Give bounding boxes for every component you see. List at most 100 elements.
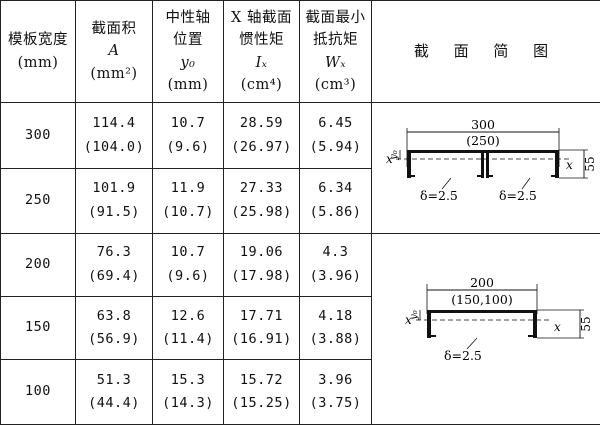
cell-area: 51.3(44.4) bbox=[76, 360, 153, 425]
y0-alt-value: (11.4) bbox=[153, 328, 223, 352]
header-modulus: 截面最小 抵抗矩 Wₓ (cm³) bbox=[300, 1, 372, 103]
header-modulus-symbol: Wₓ bbox=[300, 52, 371, 74]
header-neutral-axis: 中性轴 位置 y₀ (mm) bbox=[153, 1, 224, 103]
ix-value: 17.71 bbox=[224, 305, 299, 329]
header-modulus-label2: 抵抗矩 bbox=[300, 29, 371, 51]
cell-width: 100 bbox=[1, 360, 76, 425]
header-width-label: 模板宽度 bbox=[1, 29, 75, 51]
header-modulus-unit: (cm³) bbox=[300, 74, 371, 96]
section-diagram-cell-bottom: 200 (150,100) x x y₀ 55 δ=2.5 bbox=[372, 233, 600, 425]
wx-value: 6.34 bbox=[300, 177, 371, 201]
header-inertia-symbol: Iₓ bbox=[224, 52, 299, 74]
rib-right bbox=[555, 150, 559, 178]
area-alt-value: (69.4) bbox=[76, 265, 152, 289]
header-inertia-label2: 惯性矩 bbox=[224, 29, 299, 51]
cell-area: 63.8(56.9) bbox=[76, 296, 153, 359]
area-alt-value: (56.9) bbox=[76, 328, 152, 352]
width-value: 200 bbox=[1, 253, 75, 277]
header-area-label: 截面积 bbox=[76, 18, 152, 40]
axis-label-right: x bbox=[554, 320, 561, 334]
ix-alt-value: (16.91) bbox=[224, 328, 299, 352]
y0-value: 10.7 bbox=[153, 241, 223, 265]
ix-value: 28.59 bbox=[224, 112, 299, 136]
spec-sheet: 模板宽度 (mm) 截面积 A (mm²) 中性轴 位置 y₀ (mm) X 轴… bbox=[0, 0, 600, 413]
dim-outer-label: 300 bbox=[471, 117, 495, 132]
table-row: 200 76.3(69.4) 10.7(9.6) 19.06(17.98) 4.… bbox=[1, 233, 600, 296]
y0-value: 11.9 bbox=[153, 177, 223, 201]
cell-area: 114.4(104.0) bbox=[76, 103, 153, 169]
header-area: 截面积 A (mm²) bbox=[76, 1, 153, 103]
cell-ix: 15.72(15.25) bbox=[224, 360, 300, 425]
dim-inner-label: (250) bbox=[466, 133, 500, 148]
cell-width: 150 bbox=[1, 296, 76, 359]
cell-width: 300 bbox=[1, 103, 76, 169]
wx-value: 6.45 bbox=[300, 112, 371, 136]
cell-wx: 6.45(5.94) bbox=[300, 103, 372, 169]
header-inertia: X 轴截面 惯性矩 Iₓ (cm⁴) bbox=[224, 1, 300, 103]
area-value: 63.8 bbox=[76, 305, 152, 329]
area-alt-value: (104.0) bbox=[76, 136, 152, 160]
width-value: 250 bbox=[1, 189, 75, 213]
rib-left bbox=[427, 310, 431, 338]
wx-value: 4.18 bbox=[300, 305, 371, 329]
cell-ix: 19.06(17.98) bbox=[224, 233, 300, 296]
section-diagram-cell-top: 300 (250) x x y₀ 55 bbox=[372, 103, 600, 234]
dim-inner-label: (150,100) bbox=[451, 292, 512, 307]
y0-alt-value: (14.3) bbox=[153, 392, 223, 416]
header-width: 模板宽度 (mm) bbox=[1, 1, 76, 103]
wx-alt-value: (3.75) bbox=[300, 392, 371, 416]
header-figure-title: 截 面 简 图 bbox=[414, 42, 558, 60]
cell-ix: 27.33(25.98) bbox=[224, 169, 300, 233]
rib-right bbox=[533, 310, 537, 338]
cell-wx: 4.3(3.96) bbox=[300, 233, 372, 296]
area-alt-value: (91.5) bbox=[76, 201, 152, 225]
wx-value: 4.3 bbox=[300, 241, 371, 265]
width-value: 300 bbox=[1, 124, 75, 148]
cell-wx: 6.34(5.86) bbox=[300, 169, 372, 233]
cell-y0: 10.7(9.6) bbox=[153, 233, 224, 296]
header-area-symbol: A bbox=[76, 40, 152, 62]
y0-alt-value: (9.6) bbox=[153, 136, 223, 160]
cell-ix: 28.59(26.97) bbox=[224, 103, 300, 169]
y0-alt-value: (10.7) bbox=[153, 201, 223, 225]
cell-width: 200 bbox=[1, 233, 76, 296]
cell-y0: 12.6(11.4) bbox=[153, 296, 224, 359]
cell-y0: 10.7(9.6) bbox=[153, 103, 224, 169]
header-figure: 截 面 简 图 bbox=[372, 1, 600, 103]
area-value: 114.4 bbox=[76, 112, 152, 136]
y0-value: 15.3 bbox=[153, 369, 223, 393]
rib-left bbox=[407, 150, 411, 178]
ix-alt-value: (25.98) bbox=[224, 201, 299, 225]
thickness-label-left: δ=2.5 bbox=[420, 188, 458, 203]
header-neutral-axis-unit: (mm) bbox=[153, 74, 223, 96]
cell-wx: 4.18(3.88) bbox=[300, 296, 372, 359]
cell-area: 76.3(69.4) bbox=[76, 233, 153, 296]
wx-value: 3.96 bbox=[300, 369, 371, 393]
header-inertia-unit: (cm⁴) bbox=[224, 74, 299, 96]
area-alt-value: (44.4) bbox=[76, 392, 152, 416]
axis-label-right: x bbox=[566, 158, 573, 172]
rib-middle-right bbox=[486, 150, 489, 178]
cell-wx: 3.96(3.75) bbox=[300, 360, 372, 425]
header-neutral-axis-label2: 位置 bbox=[153, 29, 223, 51]
area-value: 51.3 bbox=[76, 369, 152, 393]
section-diagram-top: 300 (250) x x y₀ 55 bbox=[372, 103, 600, 227]
cell-ix: 17.71(16.91) bbox=[224, 296, 300, 359]
y0-label: y₀ bbox=[409, 310, 420, 321]
ix-value: 15.72 bbox=[224, 369, 299, 393]
ix-value: 19.06 bbox=[224, 241, 299, 265]
top-flange bbox=[427, 310, 537, 313]
width-value: 100 bbox=[1, 380, 75, 404]
rib-middle-left bbox=[481, 150, 484, 178]
cell-y0: 15.3(14.3) bbox=[153, 360, 224, 425]
height-label: 55 bbox=[583, 156, 597, 171]
area-value: 101.9 bbox=[76, 177, 152, 201]
wx-alt-value: (5.94) bbox=[300, 136, 371, 160]
section-diagram-bottom: 200 (150,100) x x y₀ 55 δ=2.5 bbox=[372, 234, 600, 419]
dim-outer-label: 200 bbox=[470, 275, 494, 290]
header-neutral-axis-label1: 中性轴 bbox=[153, 7, 223, 29]
ix-alt-value: (26.97) bbox=[224, 136, 299, 160]
y0-label: y₀ bbox=[389, 150, 400, 161]
header-neutral-axis-symbol: y₀ bbox=[153, 52, 223, 74]
ix-alt-value: (15.25) bbox=[224, 392, 299, 416]
